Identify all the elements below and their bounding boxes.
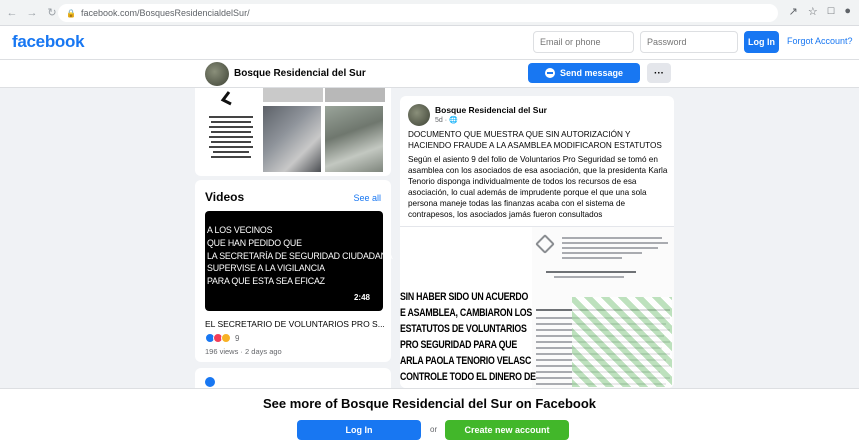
- password-field[interactable]: [640, 31, 738, 53]
- post-timestamp[interactable]: 5d · 🌐: [435, 116, 458, 124]
- seal-icon: [535, 234, 555, 254]
- tab-icon[interactable]: □: [828, 5, 835, 18]
- post-card: Bosque Residencial del Sur 5d · 🌐 DOCUME…: [400, 96, 674, 388]
- post-author-name[interactable]: Bosque Residencial del Sur: [435, 105, 547, 115]
- page-name[interactable]: Bosque Residencial del Sur: [234, 68, 366, 79]
- see-all-videos-link[interactable]: See all: [353, 193, 381, 203]
- forward-arrow-icon[interactable]: →: [24, 5, 40, 21]
- see-more-heading: See more of Bosque Residencial del Sur o…: [262, 396, 597, 411]
- video-caption-line: SUPERVISE A LA VIGILANCIA: [207, 263, 325, 275]
- watermark: [572, 297, 672, 387]
- post-author-avatar[interactable]: [408, 104, 430, 126]
- header-login-button[interactable]: Log In: [744, 31, 779, 53]
- videos-card: Videos See all A LOS VECINOS QUE HAN PED…: [195, 180, 393, 362]
- facebook-header: facebook Log In Forgot Account?: [0, 26, 859, 60]
- video-title-link[interactable]: EL SECRETARIO DE VOLUNTARIOS PRO S...: [205, 319, 385, 329]
- facebook-logo[interactable]: facebook: [12, 32, 85, 52]
- video-thumbnail[interactable]: A LOS VECINOS QUE HAN PEDIDO QUE LA SECR…: [205, 211, 393, 311]
- video-duration: 2:48: [353, 293, 370, 302]
- url-text: facebook.com/BosquesResidencialdelSur/: [80, 8, 250, 18]
- video-caption-line: LA SECRETARÍA DE SEGURIDAD CIUDADANA: [207, 250, 393, 262]
- address-bar[interactable]: 🔒 facebook.com/BosquesResidencialdelSur/: [58, 4, 778, 22]
- page-avatar[interactable]: [205, 62, 229, 86]
- document-thumbnail[interactable]: [205, 108, 257, 170]
- forgot-account-link[interactable]: Forgot Account?: [787, 36, 853, 46]
- login-prompt-banner: See more of Bosque Residencial del Sur o…: [0, 388, 859, 440]
- messenger-icon: [544, 68, 555, 78]
- reactions[interactable]: 9: [205, 333, 239, 343]
- create-account-button[interactable]: Create new account: [445, 420, 569, 440]
- share-icon[interactable]: ↗: [789, 5, 798, 18]
- photo-thumbnail[interactable]: [325, 88, 385, 102]
- next-section-card: [195, 368, 391, 388]
- photo-thumbnail[interactable]: [263, 88, 323, 102]
- email-field[interactable]: [533, 31, 634, 53]
- video-caption-line: QUE HAN PEDIDO QUE: [207, 237, 302, 249]
- photo-thumbnail[interactable]: [325, 106, 383, 172]
- profile-icon[interactable]: ●: [844, 5, 851, 18]
- login-button[interactable]: Log In: [297, 420, 421, 440]
- post-body: Según el asiento 9 del folio de Voluntar…: [408, 155, 668, 219]
- reaction-count: 9: [235, 333, 240, 343]
- videos-heading: Videos: [205, 190, 245, 204]
- post-headline: DOCUMENTO QUE MUESTRA QUE SIN AUTORIZACI…: [408, 130, 662, 150]
- haha-reaction-icon: [221, 333, 231, 343]
- video-caption-line: PARA QUE ESTA SEA EFICAZ: [207, 276, 325, 288]
- page-header: Bosque Residencial del Sur Send message …: [0, 60, 859, 88]
- image-overlay-text: SIN HABER SIDO UN ACUERDO E ASAMBLEA, CA…: [400, 291, 536, 383]
- browser-toolbar: ← → ↻ 🔒 facebook.com/BosquesResidenciald…: [0, 0, 859, 26]
- post-image[interactable]: SIN HABER SIDO UN ACUERDO E ASAMBLEA, CA…: [400, 226, 674, 388]
- section-icon: [205, 377, 215, 387]
- video-caption-line: A LOS VECINOS: [207, 225, 273, 236]
- video-meta: 196 views · 2 days ago: [205, 347, 282, 356]
- lock-icon: 🔒: [66, 8, 76, 18]
- more-options-button[interactable]: ···: [647, 63, 671, 83]
- star-icon[interactable]: ☆: [808, 5, 818, 18]
- globe-icon: 🌐: [449, 117, 458, 124]
- or-separator: or: [430, 425, 438, 434]
- send-message-label: Send message: [559, 68, 624, 78]
- back-arrow-icon[interactable]: ←: [4, 5, 20, 21]
- photo-thumbnail[interactable]: [263, 106, 321, 172]
- send-message-button[interactable]: Send message: [528, 63, 640, 83]
- photos-card: [195, 88, 391, 176]
